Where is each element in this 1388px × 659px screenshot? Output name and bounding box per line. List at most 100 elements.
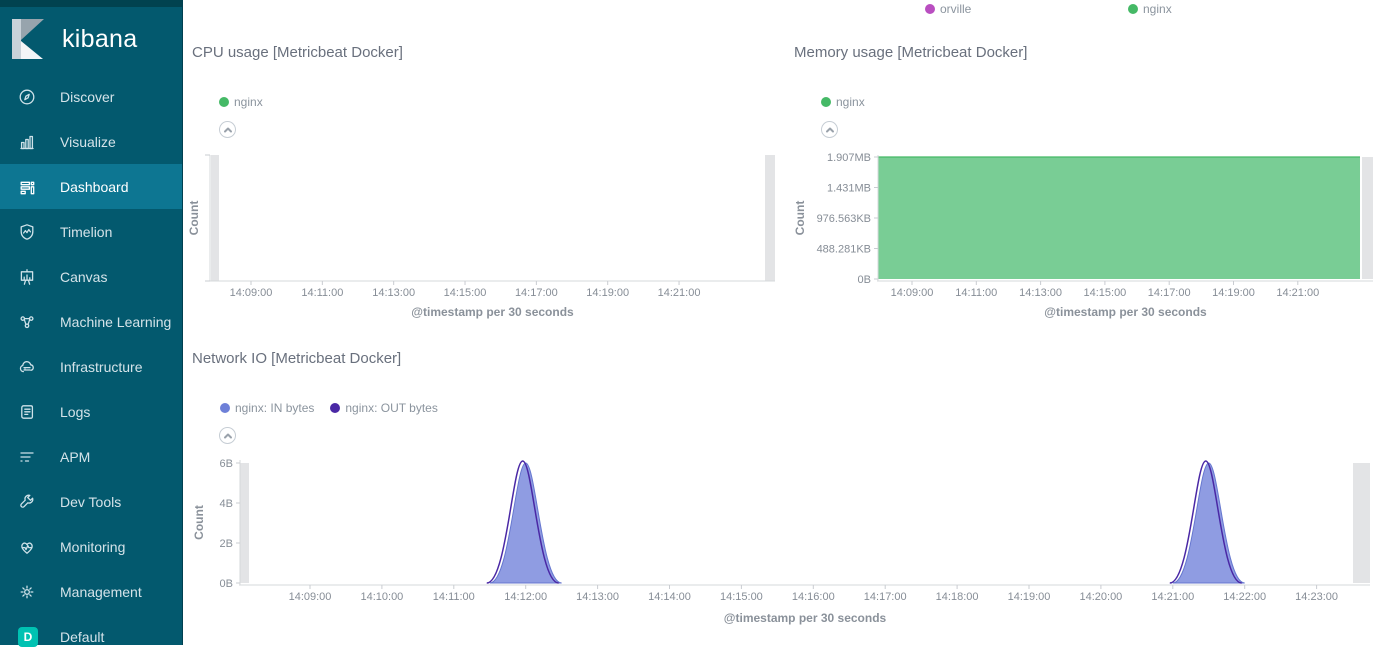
sidebar-nav: Discover Visualize Dashboard TimelionCanvas… bbox=[0, 74, 182, 659]
y-tick-label: 976.563KB bbox=[817, 213, 871, 225]
x-tick-label: 14:15:00 bbox=[444, 287, 487, 299]
legend-item-nginx-in-bytes[interactable]: nginx: IN bytes bbox=[220, 401, 314, 415]
sidebar-item-timelion[interactable]: Timelion bbox=[0, 209, 182, 254]
x-tick-label: 14:22:00 bbox=[1223, 591, 1266, 603]
partial-bucket-marker bbox=[211, 155, 219, 281]
legend-label: nginx bbox=[234, 95, 263, 109]
sidebar-item-infrastructure[interactable]: Infrastructure bbox=[0, 344, 182, 389]
top-panel-legend-nginx[interactable]: nginx bbox=[1128, 2, 1172, 16]
sidebar-item-label: Visualize bbox=[60, 134, 116, 150]
y-axis-title: Count bbox=[192, 505, 206, 540]
y-axis-title: Count bbox=[187, 201, 201, 236]
sidebar-item-label: Machine Learning bbox=[60, 314, 171, 330]
legend-label: nginx: OUT bytes bbox=[345, 401, 437, 415]
network-panel-title: Network IO [Metricbeat Docker] bbox=[192, 350, 401, 367]
x-tick-label: 14:15:00 bbox=[720, 591, 763, 603]
sidebar-item-label: Monitoring bbox=[60, 539, 125, 555]
infrastructure-icon bbox=[18, 358, 36, 376]
x-tick-label: 14:19:00 bbox=[1212, 287, 1255, 299]
legend-item-nginx-out-bytes[interactable]: nginx: OUT bytes bbox=[330, 401, 437, 415]
canvas-icon bbox=[18, 268, 36, 286]
x-tick-label: 14:14:00 bbox=[648, 591, 691, 603]
sidebar-item-default[interactable]: D Default bbox=[0, 614, 182, 659]
memory-area-nginx bbox=[878, 157, 1360, 279]
partial-bucket-marker bbox=[765, 155, 775, 281]
sidebar-item-label: Dev Tools bbox=[60, 494, 121, 510]
x-tick-label: 14:13:00 bbox=[372, 287, 415, 299]
memory-panel-title: Memory usage [Metricbeat Docker] bbox=[794, 44, 1027, 61]
series-dot bbox=[220, 403, 230, 413]
cpu-legend: nginx bbox=[219, 95, 263, 109]
sidebar-item-label: Dashboard bbox=[60, 179, 129, 195]
sidebar-item-canvas[interactable]: Canvas bbox=[0, 254, 182, 299]
legend-label: nginx bbox=[1143, 2, 1172, 16]
sidebar-item-monitoring[interactable]: Monitoring bbox=[0, 524, 182, 569]
sidebar-item-visualize[interactable]: Visualize bbox=[0, 119, 182, 164]
sidebar-item-label: Discover bbox=[60, 89, 114, 105]
y-tick-label: 4B bbox=[220, 498, 233, 510]
x-tick-label: 14:19:00 bbox=[586, 287, 629, 299]
x-tick-label: 14:11:00 bbox=[301, 287, 343, 299]
memory-legend: nginx bbox=[821, 95, 865, 109]
x-axis-title: @timestamp per 30 seconds bbox=[411, 305, 574, 319]
x-tick-label: 14:09:00 bbox=[289, 591, 332, 603]
y-tick-label: 0B bbox=[220, 578, 233, 590]
x-tick-label: 14:20:00 bbox=[1079, 591, 1122, 603]
sidebar-item-logs[interactable]: Logs bbox=[0, 389, 182, 434]
y-tick-label: 1.431MB bbox=[827, 183, 871, 195]
sidebar-item-dev-tools[interactable]: Dev Tools bbox=[0, 479, 182, 524]
x-tick-label: 14:13:00 bbox=[1019, 287, 1062, 299]
legend-item-nginx[interactable]: nginx bbox=[219, 95, 263, 109]
x-tick-label: 14:10:00 bbox=[360, 591, 403, 603]
cpu-chart[interactable]: 14:09:0014:11:0014:13:0014:15:0014:17:00… bbox=[183, 145, 790, 340]
x-tick-label: 14:21:00 bbox=[658, 287, 701, 299]
y-tick-label: 6B bbox=[220, 458, 233, 470]
space-default-icon: D bbox=[18, 627, 38, 647]
orville-series-dot bbox=[925, 4, 935, 14]
legend-label: nginx bbox=[836, 95, 865, 109]
sidebar-item-machine-learning[interactable]: Machine Learning bbox=[0, 299, 182, 344]
x-tick-label: 14:17:00 bbox=[864, 591, 907, 603]
series-dot bbox=[330, 403, 340, 413]
x-tick-label: 14:19:00 bbox=[1008, 591, 1051, 603]
kibana-logo-icon bbox=[10, 19, 46, 59]
chevron-up-icon bbox=[223, 125, 233, 135]
chevron-up-icon bbox=[825, 125, 835, 135]
legend-label: nginx: IN bytes bbox=[235, 401, 314, 415]
sidebar-item-discover[interactable]: Discover bbox=[0, 74, 182, 119]
sidebar-item-label: APM bbox=[60, 449, 90, 465]
partial-bucket-marker bbox=[240, 463, 249, 583]
apm-icon bbox=[18, 448, 36, 466]
discover-icon bbox=[18, 88, 36, 106]
series-dot bbox=[219, 97, 229, 107]
network-chart[interactable]: 14:09:0014:10:0014:11:0014:12:0014:13:00… bbox=[183, 450, 1388, 645]
y-tick-label: 0B bbox=[858, 274, 871, 286]
legend-item-nginx[interactable]: nginx bbox=[821, 95, 865, 109]
network-area-in-bytes bbox=[490, 463, 562, 583]
network-area-in-bytes bbox=[1173, 463, 1245, 583]
network-legend-collapse-button[interactable] bbox=[219, 427, 236, 444]
cpu-legend-collapse-button[interactable] bbox=[219, 121, 236, 138]
x-tick-label: 14:21:00 bbox=[1151, 591, 1194, 603]
memory-chart[interactable]: 14:09:0014:11:0014:13:0014:15:0014:17:00… bbox=[790, 145, 1388, 340]
sidebar-item-label: Logs bbox=[60, 404, 90, 420]
sidebar-item-label: Default bbox=[60, 629, 104, 645]
x-tick-label: 14:17:00 bbox=[1148, 287, 1191, 299]
x-axis-title: @timestamp per 30 seconds bbox=[1044, 305, 1207, 319]
x-tick-label: 14:09:00 bbox=[230, 287, 273, 299]
x-axis-title: @timestamp per 30 seconds bbox=[724, 611, 887, 625]
kibana-logo[interactable]: kibana bbox=[0, 7, 182, 69]
top-panel-legend-orville[interactable]: orville bbox=[925, 2, 971, 16]
sidebar-item-dashboard[interactable]: Dashboard bbox=[0, 164, 182, 209]
memory-legend-collapse-button[interactable] bbox=[821, 121, 838, 138]
x-tick-label: 14:12:00 bbox=[504, 591, 547, 603]
x-tick-label: 14:15:00 bbox=[1083, 287, 1126, 299]
logs-icon bbox=[18, 403, 36, 421]
sidebar-top-strip bbox=[0, 0, 182, 7]
x-tick-label: 14:18:00 bbox=[936, 591, 979, 603]
chevron-up-icon bbox=[223, 431, 233, 441]
sidebar-item-management[interactable]: Management bbox=[0, 569, 182, 614]
y-tick-label: 2B bbox=[220, 538, 233, 550]
network-legend: nginx: IN bytes nginx: OUT bytes bbox=[220, 401, 438, 415]
sidebar-item-apm[interactable]: APM bbox=[0, 434, 182, 479]
